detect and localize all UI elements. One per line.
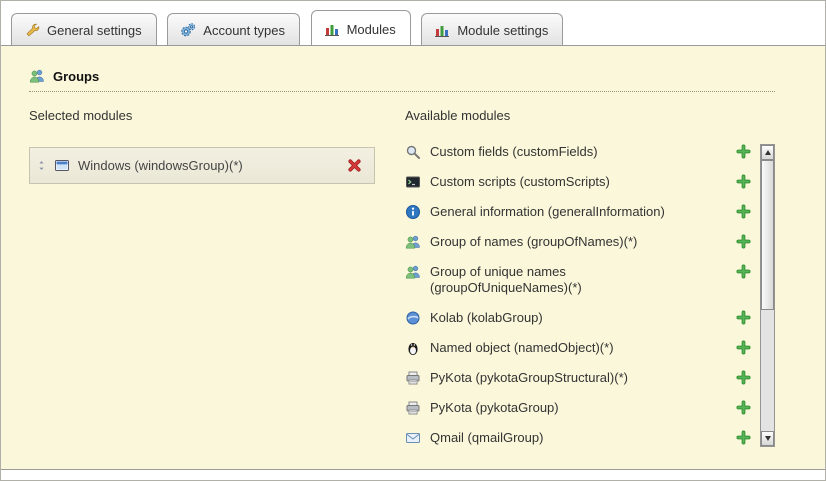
wrench-icon xyxy=(24,22,40,38)
scrollbar-up-button[interactable] xyxy=(761,145,774,160)
tab-label: Module settings xyxy=(457,23,548,38)
arrow-up-icon xyxy=(765,150,771,155)
add-module-button[interactable] xyxy=(736,264,751,279)
module-row: PyKota (pykotaGroupStructural)(*) xyxy=(405,363,751,393)
remove-module-button[interactable] xyxy=(347,158,362,173)
module-row: Kolab (kolabGroup) xyxy=(405,303,751,333)
group-icon xyxy=(405,264,421,280)
scrollbar-down-button[interactable] xyxy=(761,431,774,446)
module-label: PyKota (pykotaGroupStructural)(*) xyxy=(430,370,736,386)
module-label: General information (generalInformation) xyxy=(430,204,736,220)
available-modules-list: Custom fields (customFields) Custom scri… xyxy=(405,137,751,453)
lam-configuration-page: General settings Account types xyxy=(0,0,826,481)
module-label: Group of names (groupOfNames)(*) xyxy=(430,234,736,250)
module-row: Custom fields (customFields) xyxy=(405,137,751,167)
tab-bar: General settings Account types xyxy=(1,1,825,46)
add-module-button[interactable] xyxy=(736,370,751,385)
add-module-button[interactable] xyxy=(736,310,751,325)
gears-icon xyxy=(180,22,196,38)
tab-label: Modules xyxy=(347,22,396,37)
drag-handle-icon[interactable] xyxy=(30,159,52,172)
printer-icon xyxy=(405,400,421,416)
module-row: PyKota (pykotaGroup) xyxy=(405,393,751,423)
group-icon xyxy=(405,234,421,250)
module-row: Custom scripts (customScripts) xyxy=(405,167,751,197)
page-title: Groups xyxy=(53,69,99,84)
available-modules-heading: Available modules xyxy=(405,108,751,123)
add-module-button[interactable] xyxy=(736,340,751,355)
module-label: Group of unique names (groupOfUniqueName… xyxy=(430,264,656,296)
module-row: Named object (namedObject)(*) xyxy=(405,333,751,363)
module-columns: Selected modules Windows (windowsGroup)(… xyxy=(29,108,775,453)
tab-modules[interactable]: Modules xyxy=(311,10,411,45)
info-icon xyxy=(405,204,421,220)
module-row: Qmail (qmailGroup) xyxy=(405,423,751,453)
module-label: Qmail (qmailGroup) xyxy=(430,430,736,446)
mail-icon xyxy=(405,430,421,446)
content-area: Groups Selected modules xyxy=(1,46,825,470)
windows-module-icon xyxy=(54,158,70,174)
available-modules-panel: Available modules Custom fields (customF… xyxy=(405,108,775,453)
tab-account-types[interactable]: Account types xyxy=(167,13,300,45)
add-module-button[interactable] xyxy=(736,430,751,445)
chart-icon xyxy=(324,21,340,37)
add-module-button[interactable] xyxy=(736,400,751,415)
add-module-button[interactable] xyxy=(736,174,751,189)
groups-icon xyxy=(29,68,45,84)
add-module-button[interactable] xyxy=(736,144,751,159)
module-label: Custom scripts (customScripts) xyxy=(430,174,736,190)
add-module-button[interactable] xyxy=(736,234,751,249)
module-row: Group of names (groupOfNames)(*) xyxy=(405,227,751,257)
penguin-icon xyxy=(405,340,421,356)
arrow-down-icon xyxy=(765,436,771,441)
tab-general-settings[interactable]: General settings xyxy=(11,13,157,45)
module-label: Named object (namedObject)(*) xyxy=(430,340,736,356)
selected-modules-panel: Selected modules Windows (windowsGroup)(… xyxy=(29,108,375,453)
chart-icon xyxy=(434,22,450,38)
module-label: Custom fields (customFields) xyxy=(430,144,736,160)
add-module-button[interactable] xyxy=(736,204,751,219)
kolab-icon xyxy=(405,310,421,326)
tab-label: General settings xyxy=(47,23,142,38)
module-label: Kolab (kolabGroup) xyxy=(430,310,736,326)
module-label: PyKota (pykotaGroup) xyxy=(430,400,736,416)
script-icon xyxy=(405,174,421,190)
section-header: Groups xyxy=(29,68,775,92)
scrollbar[interactable] xyxy=(760,144,775,447)
scrollbar-thumb[interactable] xyxy=(761,160,774,310)
tab-module-settings[interactable]: Module settings xyxy=(421,13,563,45)
tab-label: Account types xyxy=(203,23,285,38)
magnifier-icon xyxy=(405,144,421,160)
selected-module-label: Windows (windowsGroup)(*) xyxy=(78,158,347,173)
selected-modules-heading: Selected modules xyxy=(29,108,375,123)
printer-icon xyxy=(405,370,421,386)
module-row: Group of unique names (groupOfUniqueName… xyxy=(405,257,751,303)
selected-module-row[interactable]: Windows (windowsGroup)(*) xyxy=(29,147,375,184)
module-row: General information (generalInformation) xyxy=(405,197,751,227)
